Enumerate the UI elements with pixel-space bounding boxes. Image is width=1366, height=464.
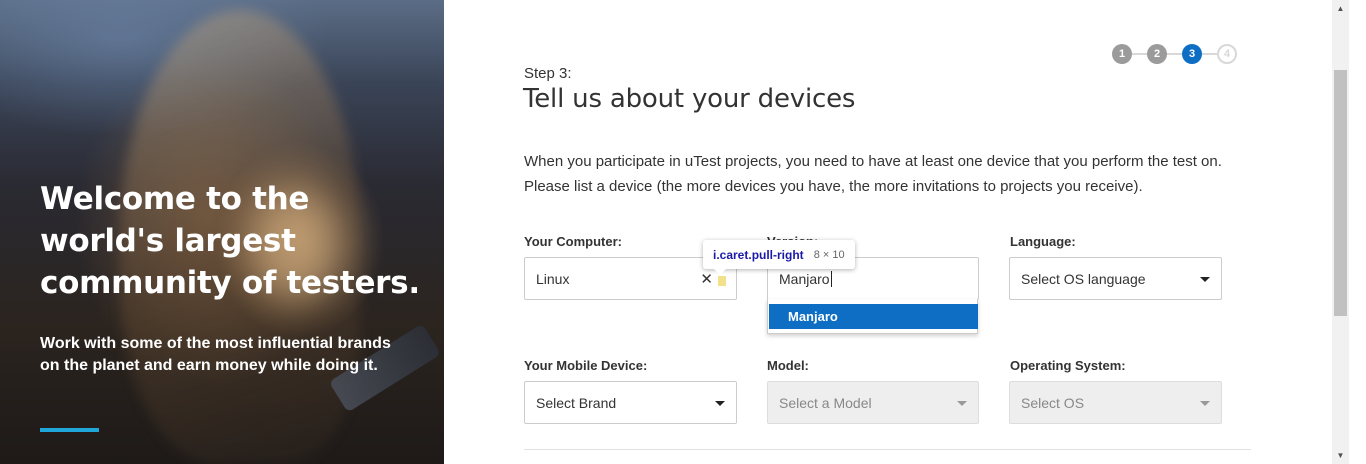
tooltip-arrow bbox=[714, 269, 726, 275]
scroll-thumb[interactable] bbox=[1334, 70, 1347, 316]
step-label: Step 3: bbox=[524, 65, 572, 82]
step-connector bbox=[1202, 53, 1217, 55]
chevron-down-icon bbox=[957, 401, 967, 406]
scroll-down-icon[interactable]: ▼ bbox=[1332, 447, 1349, 464]
step-2: 2 bbox=[1147, 44, 1167, 64]
chevron-down-icon bbox=[715, 401, 725, 406]
chevron-down-icon bbox=[1200, 401, 1210, 406]
computer-value: Linux bbox=[536, 270, 570, 287]
hero-accent-bar bbox=[40, 428, 99, 432]
chevron-down-icon bbox=[1200, 277, 1210, 282]
step-connector bbox=[1132, 53, 1147, 55]
clear-icon[interactable]: ✕ bbox=[700, 270, 713, 288]
scroll-up-icon[interactable]: ▲ bbox=[1332, 0, 1349, 17]
step-1: 1 bbox=[1112, 44, 1132, 64]
language-label: Language: bbox=[1010, 234, 1076, 249]
model-value: Select a Model bbox=[779, 394, 872, 411]
scrollbar[interactable]: ▲ ▼ bbox=[1332, 0, 1349, 464]
tooltip-size: 8 × 10 bbox=[813, 248, 845, 261]
step-3: 3 bbox=[1182, 44, 1202, 64]
mobile-label: Your Mobile Device: bbox=[524, 358, 648, 373]
os-label: Operating System: bbox=[1010, 358, 1126, 373]
version-value: Manjaro bbox=[779, 270, 830, 287]
progress-stepper: 1 2 3 4 bbox=[1112, 44, 1237, 64]
step-4: 4 bbox=[1217, 44, 1237, 64]
os-select[interactable]: Select OS bbox=[1009, 381, 1222, 424]
intro-text: When you participate in uTest projects, … bbox=[524, 153, 1222, 195]
text-cursor bbox=[830, 270, 832, 287]
inspector-tooltip: i.caret.pull-right 8 × 10 bbox=[703, 240, 855, 269]
model-select[interactable]: Select a Model bbox=[767, 381, 979, 424]
os-value: Select OS bbox=[1021, 394, 1085, 411]
language-select[interactable]: Select OS language bbox=[1009, 257, 1222, 300]
tooltip-selector: i.caret.pull-right bbox=[713, 247, 804, 262]
step-connector bbox=[1167, 53, 1182, 55]
mobile-value: Select Brand bbox=[536, 394, 617, 411]
computer-label: Your Computer: bbox=[524, 234, 622, 249]
hero-panel: Welcome to the world's largest community… bbox=[0, 0, 444, 464]
caret-icon[interactable] bbox=[718, 276, 726, 286]
section-divider bbox=[524, 449, 1251, 450]
language-value: Select OS language bbox=[1021, 270, 1146, 287]
right-gutter bbox=[1349, 0, 1366, 464]
model-label: Model: bbox=[767, 358, 809, 373]
hero-subtitle: Work with some of the most influential b… bbox=[40, 335, 391, 374]
version-option[interactable]: Manjaro bbox=[769, 304, 978, 329]
page-title: Tell us about your devices bbox=[523, 84, 856, 114]
version-dropdown: Manjaro bbox=[767, 299, 978, 334]
hero-title: Welcome to the world's largest community… bbox=[40, 181, 420, 301]
mobile-brand-select[interactable]: Select Brand bbox=[524, 381, 737, 424]
